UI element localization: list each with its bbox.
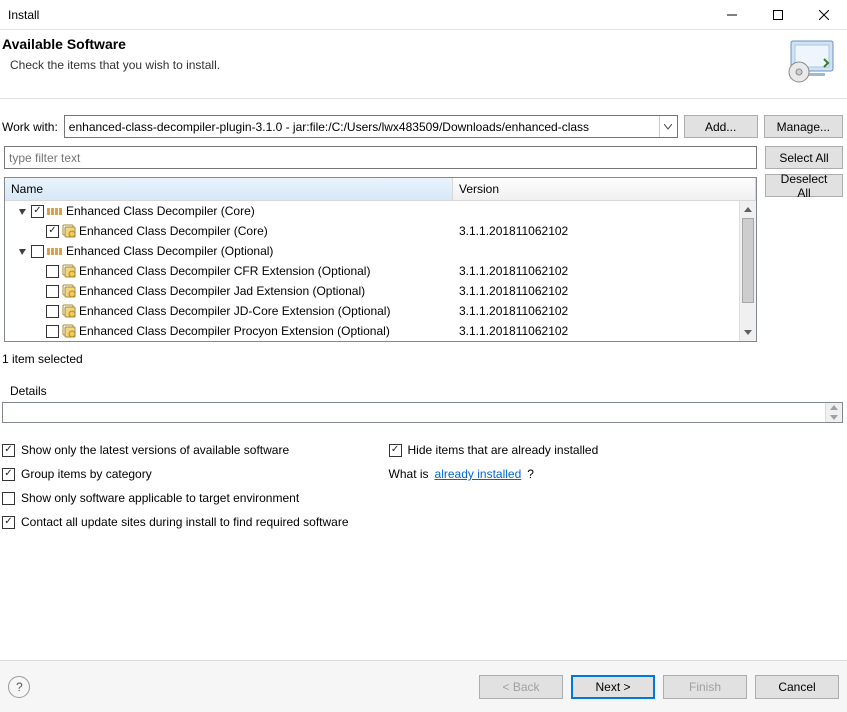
checkbox-icon[interactable]	[31, 205, 44, 218]
svg-text:?: ?	[16, 681, 23, 693]
already-installed-link[interactable]: already installed	[435, 467, 522, 481]
details-scrollbar[interactable]	[825, 403, 842, 422]
feature-icon	[62, 324, 76, 338]
tree-item-label: Enhanced Class Decompiler Procyon Extens…	[79, 324, 390, 338]
wizard-header: Available Software Check the items that …	[0, 30, 847, 99]
feature-icon	[62, 284, 76, 298]
text-suffix: ?	[527, 467, 534, 481]
options-area: Show only the latest versions of availab…	[0, 423, 847, 529]
titlebar: Install	[0, 0, 847, 30]
wizard-footer: ? < Back Next > Finish Cancel	[0, 660, 847, 712]
tree-item-version: 3.1.1.201811062102	[453, 284, 739, 298]
checkbox-icon[interactable]	[46, 225, 59, 238]
add-button[interactable]: Add...	[684, 115, 758, 138]
already-installed-help: What is already installed ?	[389, 467, 599, 481]
checkbox-icon[interactable]	[31, 245, 44, 258]
column-name[interactable]: Name	[5, 178, 453, 200]
option-label: Group items by category	[21, 467, 152, 481]
tree-feature-row[interactable]: Enhanced Class Decompiler CFR Extension …	[5, 261, 739, 281]
cancel-button[interactable]: Cancel	[755, 675, 839, 699]
tree-scrollbar[interactable]	[739, 201, 756, 341]
option-label: Hide items that are already installed	[408, 443, 599, 457]
feature-icon	[62, 304, 76, 318]
deselect-all-button[interactable]: Deselect All	[765, 174, 843, 197]
scroll-up-icon[interactable]	[740, 201, 756, 218]
feature-icon	[62, 264, 76, 278]
tree-item-version: 3.1.1.201811062102	[453, 324, 739, 338]
option-label: Show only software applicable to target …	[21, 491, 299, 505]
checkbox-icon[interactable]	[46, 305, 59, 318]
maximize-button[interactable]	[755, 0, 801, 30]
page-title: Available Software	[2, 36, 781, 52]
checkbox-icon[interactable]	[2, 468, 15, 481]
tree-item-version: 3.1.1.201811062102	[453, 304, 739, 318]
manage-button[interactable]: Manage...	[764, 115, 843, 138]
checkbox-icon[interactable]	[46, 285, 59, 298]
scroll-down-icon[interactable]	[740, 324, 756, 341]
checkbox-icon[interactable]	[389, 444, 402, 457]
next-button[interactable]: Next >	[571, 675, 655, 699]
tree-header: Name Version	[5, 178, 756, 201]
category-icon	[47, 245, 63, 257]
tree-item-label: Enhanced Class Decompiler (Optional)	[66, 244, 273, 258]
minimize-button[interactable]	[709, 0, 755, 30]
finish-button[interactable]: Finish	[663, 675, 747, 699]
filter-input[interactable]	[4, 146, 757, 169]
tree-item-version: 3.1.1.201811062102	[453, 264, 739, 278]
checkbox-icon[interactable]	[2, 492, 15, 505]
option-hide-installed[interactable]: Hide items that are already installed	[389, 443, 599, 457]
chevron-down-icon[interactable]	[659, 116, 677, 137]
tree-item-label: Enhanced Class Decompiler (Core)	[66, 204, 255, 218]
window-title: Install	[8, 8, 709, 22]
option-checkbox[interactable]: Show only software applicable to target …	[2, 491, 349, 505]
checkbox-icon[interactable]	[2, 444, 15, 457]
install-banner-icon	[781, 36, 841, 86]
work-with-input[interactable]	[65, 120, 659, 134]
checkbox-icon[interactable]	[2, 516, 15, 529]
details-textarea[interactable]	[2, 402, 843, 423]
checkbox-icon[interactable]	[46, 265, 59, 278]
scroll-thumb[interactable]	[742, 218, 754, 303]
work-with-combo[interactable]	[64, 115, 678, 138]
expander-icon[interactable]	[16, 245, 28, 257]
feature-icon	[62, 224, 76, 238]
tree-feature-row[interactable]: Enhanced Class Decompiler Jad Extension …	[5, 281, 739, 301]
details-label: Details	[0, 370, 847, 400]
tree-item-label: Enhanced Class Decompiler (Core)	[79, 224, 268, 238]
option-checkbox[interactable]: Show only the latest versions of availab…	[2, 443, 349, 457]
expander-icon[interactable]	[16, 205, 28, 217]
tree-item-label: Enhanced Class Decompiler JD-Core Extens…	[79, 304, 390, 318]
back-button[interactable]: < Back	[479, 675, 563, 699]
tree-item-label: Enhanced Class Decompiler Jad Extension …	[79, 284, 365, 298]
tree-feature-row[interactable]: Enhanced Class Decompiler JD-Core Extens…	[5, 301, 739, 321]
tree-feature-row[interactable]: Enhanced Class Decompiler (Core) 3.1.1.20…	[5, 221, 739, 241]
checkbox-icon[interactable]	[46, 325, 59, 338]
software-tree: Name Version Enhanced Class Decompiler (…	[4, 177, 757, 342]
column-version[interactable]: Version	[453, 178, 756, 200]
text-prefix: What is	[389, 467, 429, 481]
help-button[interactable]: ?	[8, 676, 30, 698]
work-with-row: Work with: Add... Manage...	[0, 99, 847, 146]
option-checkbox[interactable]: Group items by category	[2, 467, 349, 481]
page-subtitle: Check the items that you wish to install…	[2, 58, 781, 72]
category-icon	[47, 205, 63, 217]
option-checkbox[interactable]: Contact all update sites during install …	[2, 515, 349, 529]
tree-category-row[interactable]: Enhanced Class Decompiler (Core)	[5, 201, 739, 221]
tree-category-row[interactable]: Enhanced Class Decompiler (Optional)	[5, 241, 739, 261]
selection-status: 1 item selected	[0, 342, 847, 370]
close-button[interactable]	[801, 0, 847, 30]
tree-feature-row[interactable]: Enhanced Class Decompiler Procyon Extens…	[5, 321, 739, 341]
option-label: Show only the latest versions of availab…	[21, 443, 289, 457]
tree-item-label: Enhanced Class Decompiler CFR Extension …	[79, 264, 370, 278]
tree-item-version: 3.1.1.201811062102	[453, 224, 739, 238]
work-with-label: Work with:	[2, 120, 58, 134]
option-label: Contact all update sites during install …	[21, 515, 349, 529]
select-all-button[interactable]: Select All	[765, 146, 843, 169]
